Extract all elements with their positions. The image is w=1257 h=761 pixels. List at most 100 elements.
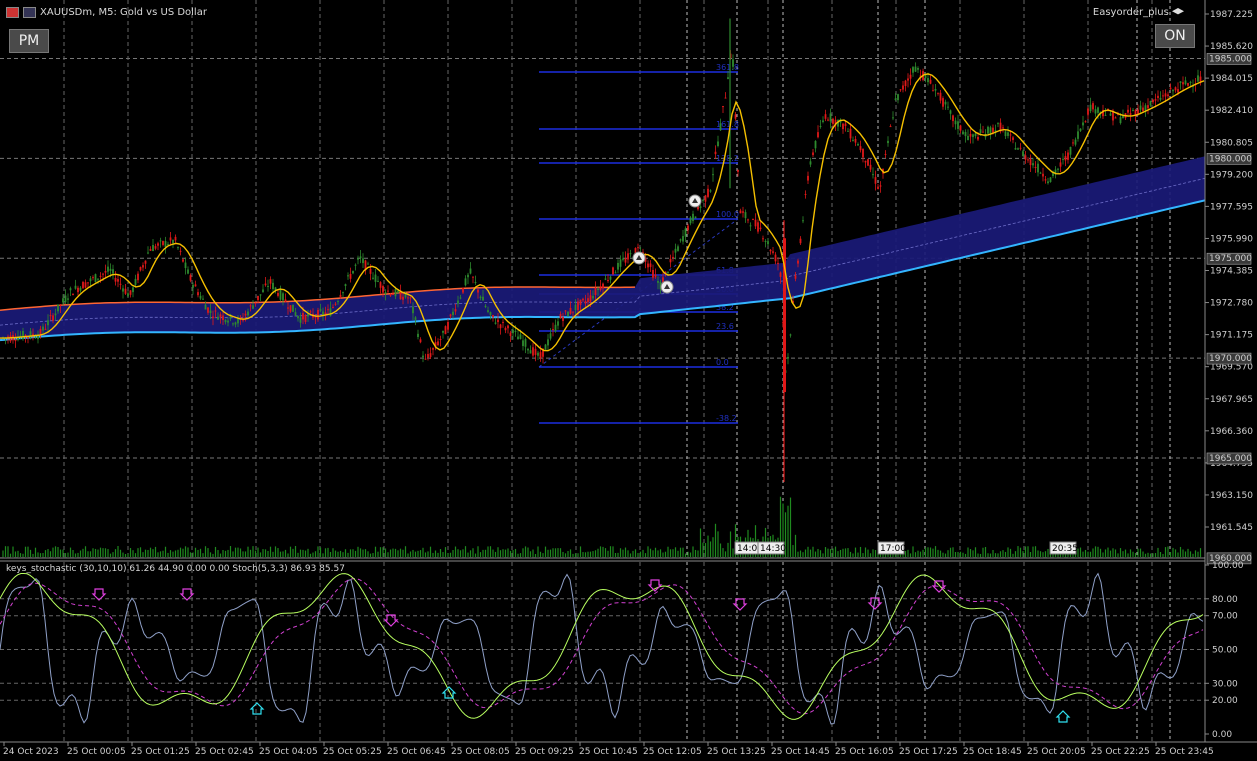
candle-body: [1094, 109, 1097, 114]
time-label: 25 Oct 09:25: [515, 747, 574, 757]
candle-body: [777, 262, 779, 264]
candle-body: [452, 311, 454, 316]
candle-body: [967, 135, 969, 141]
candle-body: [572, 311, 574, 313]
candle-body: [982, 131, 984, 133]
candle-body: [437, 341, 439, 346]
candle-body: [1079, 128, 1082, 131]
price-label: 1977.595: [1210, 202, 1253, 212]
candle-body: [932, 90, 934, 92]
time-label: 25 Oct 18:45: [963, 747, 1022, 757]
candle-body: [429, 353, 432, 358]
candle-body: [484, 305, 487, 308]
candle-body: [407, 297, 409, 299]
price-label: 1972.780: [1210, 299, 1253, 309]
candle-body: [949, 110, 952, 114]
candle-body: [1004, 131, 1007, 137]
candle-body: [1152, 99, 1154, 103]
candle-body: [734, 114, 737, 119]
ind-label: 50.00: [1212, 646, 1238, 656]
time-axis[interactable]: 24 Oct 2023 25 Oct 00:05 25 Oct 01:25 25 Oc…: [3, 742, 1214, 757]
candle-body: [909, 74, 912, 79]
candle-body: [772, 251, 774, 253]
candle-body: [494, 322, 497, 324]
indicator-grid: [0, 562, 1205, 742]
pm-button[interactable]: PM: [9, 29, 49, 53]
candle-body: [692, 213, 694, 221]
candle-body: [997, 123, 999, 125]
candle-body: [169, 237, 172, 241]
candle-body: [814, 140, 817, 149]
candle-body: [1022, 151, 1024, 157]
candle-body: [459, 297, 462, 299]
price-label: 1966.360: [1210, 427, 1253, 437]
candle-body: [762, 238, 764, 240]
candle-body: [604, 278, 607, 280]
candle-body: [859, 146, 862, 151]
candle-body: [714, 151, 717, 155]
time-label: 25 Oct 16:05: [835, 747, 894, 757]
candle-body: [924, 75, 927, 79]
candle-body: [1074, 139, 1077, 145]
price-label: 1974.385: [1210, 267, 1253, 277]
candle-body: [387, 290, 389, 292]
ind-label: 30.00: [1212, 679, 1238, 689]
candle-body: [112, 269, 114, 274]
price-label: 1984.015: [1210, 74, 1253, 84]
candle-body: [944, 101, 947, 105]
candle-body: [267, 285, 269, 287]
fibo-label: 161.8: [716, 120, 739, 129]
candle-body: [197, 292, 199, 296]
time-label: 25 Oct 23:45: [1155, 747, 1214, 757]
candle-body: [1077, 131, 1079, 139]
candle-body: [927, 78, 929, 83]
candle-body: [524, 338, 527, 347]
indicator-axis[interactable]: 100.00 80.00 70.00 50.00 30.00 20.00 0.00: [1205, 561, 1244, 740]
candle-body: [1007, 132, 1009, 136]
candle-body: [492, 315, 494, 318]
candle-body: [92, 277, 94, 279]
candle-body: [822, 120, 824, 122]
candle-body: [377, 280, 379, 282]
price-axis[interactable]: 1987.225 1985.620 1984.015 1982.410 1980.805…: [1205, 10, 1253, 565]
candle-body: [892, 117, 894, 119]
candle-body: [1084, 121, 1087, 123]
candle-body: [817, 132, 819, 138]
candle-body: [857, 143, 859, 146]
candle-body: [1044, 179, 1047, 181]
candle-body: [912, 67, 914, 73]
candle-body: [1199, 76, 1202, 82]
candle-body: [567, 311, 569, 317]
time-label: 25 Oct 17:25: [899, 747, 958, 757]
candle-body: [469, 268, 472, 274]
candle-body: [1002, 127, 1004, 129]
candle-body: [504, 327, 507, 331]
candle-body: [654, 274, 657, 278]
vline-time-label: 17:00: [880, 544, 906, 554]
candle-body: [1109, 113, 1112, 116]
candle-body: [587, 298, 589, 303]
candle-body: [497, 319, 499, 323]
candle-body: [719, 123, 722, 131]
candle-body: [874, 177, 877, 184]
candle-body: [227, 320, 229, 323]
candle-body: [724, 97, 727, 99]
candle-body: [284, 299, 287, 302]
candle-body: [872, 174, 874, 176]
chart-canvas[interactable]: 361.8161.8138.2100.061.850.038.223.60.0-…: [0, 0, 1257, 761]
candle-body: [157, 243, 159, 246]
candle-body: [477, 289, 479, 293]
candle-body: [812, 152, 814, 156]
candle-body: [174, 236, 177, 241]
candle-body: [252, 305, 254, 309]
candle-body: [939, 92, 942, 101]
candle-body: [954, 120, 957, 125]
expert-advisor-label[interactable]: Easyorder_plus: [1093, 7, 1184, 18]
on-button[interactable]: ON: [1155, 24, 1195, 48]
candle-body: [1144, 105, 1147, 111]
candle-body: [552, 329, 554, 331]
candle-body: [207, 307, 209, 313]
candle-body: [749, 225, 752, 227]
candle-body: [79, 287, 82, 291]
candle-body: [584, 301, 587, 304]
